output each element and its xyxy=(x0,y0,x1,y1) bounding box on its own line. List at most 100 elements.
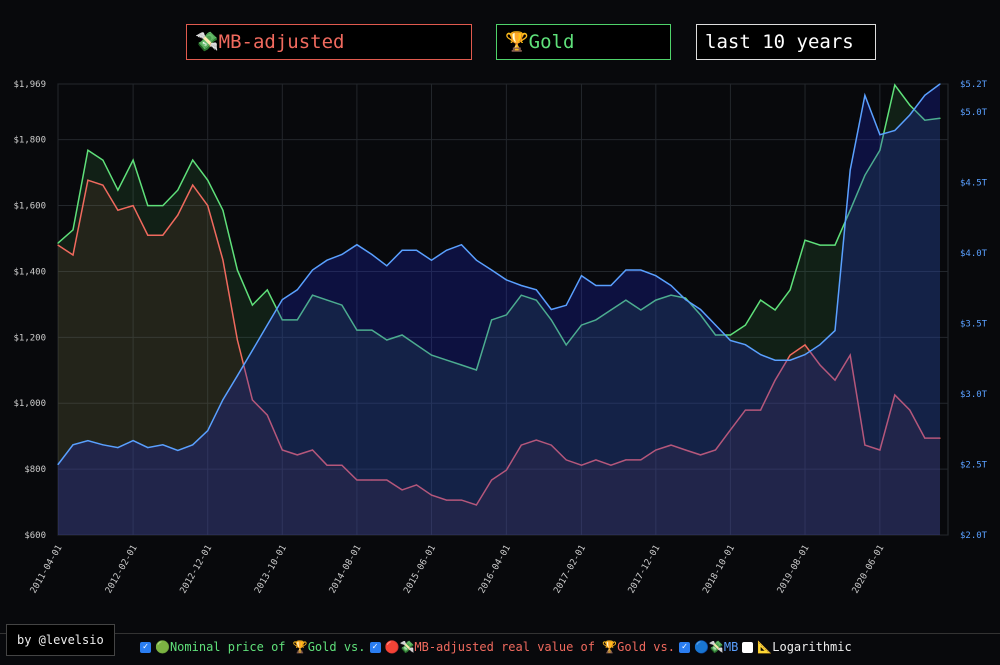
data-point xyxy=(505,279,507,281)
data-point xyxy=(804,344,806,346)
legend-nominal: 🟢Nominal price of 🏆Gold vs. xyxy=(155,640,366,654)
legend-log: 📐Logarithmic xyxy=(757,640,852,654)
data-point xyxy=(207,430,209,432)
credit-link[interactable]: by @levelsio xyxy=(6,624,115,656)
data-point xyxy=(744,344,746,346)
range-select[interactable]: last 10 years xyxy=(696,24,876,60)
y-left-tick-label: $1,600 xyxy=(13,202,46,212)
x-tick-label: 2019-08-01 xyxy=(776,544,812,596)
data-point xyxy=(87,179,89,181)
data-point xyxy=(192,444,194,446)
data-point xyxy=(684,299,687,301)
data-point xyxy=(72,229,74,231)
data-point xyxy=(117,189,119,191)
data-point xyxy=(147,234,149,236)
y-left-tick-label: $1,969 xyxy=(13,80,46,90)
log-checkbox[interactable] xyxy=(742,641,754,653)
y-left-tick-label: $1,800 xyxy=(13,136,46,146)
data-point xyxy=(102,444,104,446)
data-point xyxy=(356,244,358,246)
y-right-tick-label: $3.0T xyxy=(960,390,988,400)
data-point xyxy=(177,449,179,452)
data-point xyxy=(57,244,59,246)
data-point xyxy=(610,284,612,287)
data-point xyxy=(117,447,119,449)
data-point xyxy=(670,284,672,287)
data-point xyxy=(894,84,896,86)
data-point xyxy=(760,299,762,301)
data-point xyxy=(341,253,343,256)
data-point xyxy=(445,249,448,251)
data-point xyxy=(87,439,89,442)
data-point xyxy=(326,259,328,261)
x-tick-label: 2017-02-01 xyxy=(552,544,588,596)
data-point xyxy=(789,289,791,291)
data-point xyxy=(460,244,463,246)
data-point xyxy=(102,184,104,186)
data-point xyxy=(371,253,373,256)
data-point xyxy=(162,444,164,446)
data-point xyxy=(311,269,314,271)
data-point xyxy=(744,324,746,326)
y-right-tick-label: $5.2T xyxy=(960,80,988,90)
y-right-tick-label: $4.0T xyxy=(960,249,988,259)
data-point xyxy=(72,254,74,256)
mb-checkbox[interactable]: ✓ xyxy=(678,641,690,653)
divider xyxy=(0,633,1000,634)
data-point xyxy=(894,129,896,132)
data-point xyxy=(819,344,821,346)
data-point xyxy=(491,269,493,271)
data-point xyxy=(475,259,478,261)
data-point xyxy=(72,444,74,446)
data-point xyxy=(236,269,238,271)
y-left-tick-label: $800 xyxy=(24,465,46,475)
asset-select[interactable]: 🏆Gold xyxy=(496,24,671,60)
data-point xyxy=(804,354,806,356)
data-point xyxy=(57,242,59,244)
y-right-tick-label: $4.5T xyxy=(960,179,988,189)
x-tick-label: 2011-04-01 xyxy=(29,544,65,596)
data-point xyxy=(162,204,164,207)
x-tick-label: 2012-12-01 xyxy=(179,544,215,596)
data-point xyxy=(236,375,238,377)
data-point xyxy=(804,239,806,241)
data-point xyxy=(699,308,702,311)
data-point xyxy=(729,339,732,342)
series-select[interactable]: 💸MB-adjusted xyxy=(186,24,472,60)
x-tick-label: 2018-10-01 xyxy=(701,544,737,596)
data-point xyxy=(849,169,851,171)
data-point xyxy=(251,304,253,306)
data-point xyxy=(102,159,104,161)
data-point xyxy=(729,334,732,336)
data-point xyxy=(565,304,567,306)
x-tick-label: 2015-06-01 xyxy=(402,544,438,596)
data-point xyxy=(266,324,268,326)
data-point xyxy=(864,94,866,96)
y-left-tick-label: $600 xyxy=(24,531,46,541)
data-point xyxy=(236,339,238,341)
data-point xyxy=(222,209,224,211)
data-point xyxy=(625,269,627,271)
data-point xyxy=(222,259,224,261)
x-tick-label: 2020-06-01 xyxy=(851,544,887,596)
data-point xyxy=(789,354,791,356)
y-right-tick-label: $2.5T xyxy=(960,461,988,471)
data-point xyxy=(640,269,642,271)
data-point xyxy=(296,289,298,291)
data-point xyxy=(162,234,164,236)
data-point xyxy=(281,299,283,301)
nominal-checkbox[interactable]: ✓ xyxy=(140,641,151,653)
data-point xyxy=(430,259,433,261)
data-point xyxy=(192,184,194,186)
data-point xyxy=(909,114,911,116)
data-point xyxy=(655,275,657,277)
x-tick-label: 2014-08-01 xyxy=(328,544,364,596)
adjusted-checkbox[interactable]: ✓ xyxy=(369,641,381,653)
data-point xyxy=(251,349,253,351)
data-point xyxy=(147,204,149,207)
y-left-tick-label: $1,000 xyxy=(13,399,46,409)
data-point xyxy=(415,249,418,251)
data-point xyxy=(57,463,59,466)
data-point xyxy=(132,439,134,442)
chart: $600 $800 $1,000 $1,200 $1,400 $1,600 $1,800 $1… xyxy=(13,80,988,596)
